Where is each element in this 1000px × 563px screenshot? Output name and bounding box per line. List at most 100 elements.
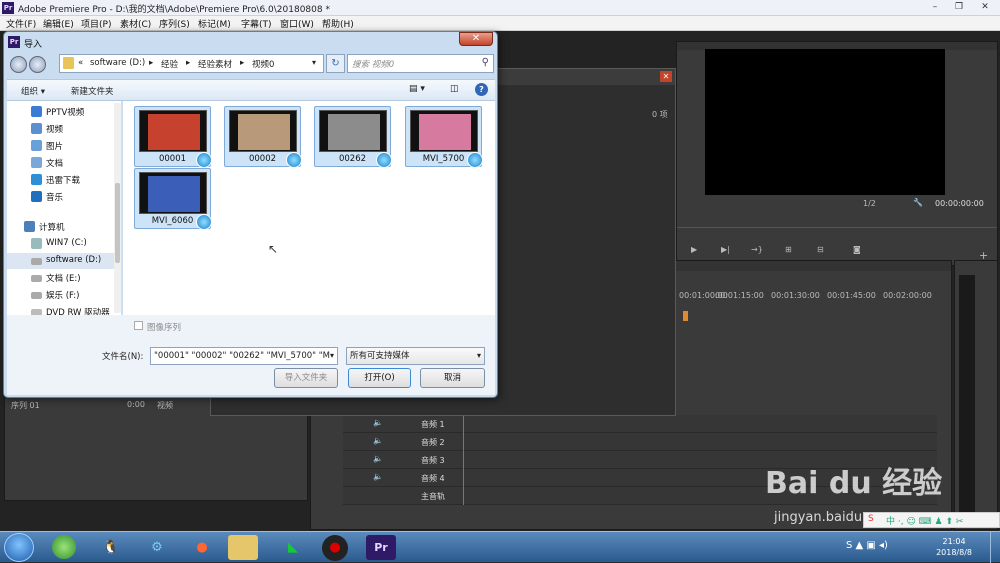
refresh-icon[interactable]: ↻: [326, 54, 345, 73]
menu-sequence[interactable]: 序列(S): [159, 17, 190, 30]
filename-input[interactable]: "00001" "00002" "00262" "MVI_5700" "M ▾: [150, 347, 338, 365]
speaker-icon[interactable]: 🔈: [373, 436, 383, 445]
breadcrumb-item[interactable]: software (D:): [90, 58, 145, 68]
close-icon[interactable]: ✕: [972, 0, 998, 14]
folder-icon: [63, 57, 74, 69]
speaker-icon[interactable]: 🔈: [373, 454, 383, 463]
back-icon[interactable]: [10, 56, 27, 73]
firefox-icon[interactable]: ●: [187, 535, 217, 560]
search-input[interactable]: 搜索 视频0: [352, 58, 394, 70]
file-tile-mvi-5700[interactable]: MVI_5700: [405, 106, 483, 168]
tray-icons[interactable]: S ▲ ▣ ◂): [846, 540, 888, 551]
breadcrumb-prefix[interactable]: «: [78, 58, 83, 68]
nav-item-music[interactable]: 音乐: [7, 189, 115, 205]
speaker-icon[interactable]: 🔈: [373, 472, 383, 481]
address-bar[interactable]: « software (D:) ▸ 经验 ▸ 经验素材 ▸ 视频0 ▾: [59, 54, 324, 73]
file-tile-00002[interactable]: 00002: [224, 106, 302, 168]
search-icon[interactable]: ⚲: [482, 57, 489, 68]
audio-track-2[interactable]: 🔈 音频 2: [343, 433, 937, 451]
close-icon[interactable]: ✕: [660, 71, 672, 82]
file-tile-00262[interactable]: 00262: [314, 106, 392, 168]
video-thumbnail: [139, 172, 207, 214]
menu-window[interactable]: 窗口(W): [280, 17, 314, 30]
record-icon[interactable]: ●: [322, 535, 348, 561]
nav-item-label: 文档 (E:): [46, 274, 81, 284]
minimize-icon[interactable]: –: [922, 0, 948, 14]
menu-title[interactable]: 字幕(T): [241, 17, 272, 30]
show-desktop-button[interactable]: [990, 532, 1000, 563]
monitor-fraction[interactable]: 1/2: [863, 199, 876, 208]
preview-pane-icon[interactable]: ◫: [450, 84, 459, 94]
drive-icon: [31, 292, 42, 299]
play-icon[interactable]: ▶: [691, 245, 697, 254]
video-player-icon[interactable]: ⚙: [142, 535, 172, 560]
organize-button[interactable]: 组织 ▾: [21, 85, 45, 97]
nav-item-label: 音乐: [46, 193, 64, 203]
menu-project[interactable]: 项目(P): [81, 17, 111, 30]
audio-track-1[interactable]: 🔈 音频 1: [343, 415, 937, 433]
filetype-select[interactable]: 所有可支持媒体 ▾: [346, 347, 485, 365]
qq-icon[interactable]: 🐧: [96, 535, 126, 560]
forward-icon[interactable]: [29, 56, 46, 73]
nav-item-drive-d[interactable]: software (D:): [7, 253, 115, 269]
video-tab[interactable]: 视频: [157, 400, 173, 411]
nav-item-label: 文档: [46, 159, 64, 169]
file-tile-00001[interactable]: 00001: [134, 106, 212, 168]
nav-scrollbar[interactable]: [114, 103, 121, 313]
nav-item-xunlei[interactable]: 迅雷下载: [7, 172, 115, 188]
breadcrumb-item[interactable]: 视频0: [252, 58, 274, 70]
menu-help[interactable]: 帮助(H): [322, 17, 354, 30]
menu-file[interactable]: 文件(F): [6, 17, 36, 30]
ruler-tick: 00:01:45:00: [827, 291, 876, 300]
input-method-bar[interactable]: S 中 ·, ☺ ⌨ ♟ ⬆ ✂: [863, 512, 1000, 528]
lift-icon[interactable]: ⊞: [785, 245, 792, 254]
filetype-value: 所有可支持媒体: [350, 351, 410, 361]
nav-item-documents[interactable]: 文档: [7, 155, 115, 171]
open-button[interactable]: 打开(O): [348, 368, 411, 388]
nav-item-videos[interactable]: 视频: [7, 121, 115, 137]
import-folder-button[interactable]: 导入文件夹: [274, 368, 338, 388]
image-sequence-checkbox[interactable]: [134, 321, 143, 330]
nav-item-pptv[interactable]: PPTV视频: [7, 104, 115, 120]
camera-icon[interactable]: ◙: [853, 245, 861, 254]
wrench-icon[interactable]: 🔧: [913, 198, 923, 207]
start-button[interactable]: [4, 533, 34, 562]
menu-clip[interactable]: 素材(C): [120, 17, 151, 30]
go-out-icon[interactable]: →}: [751, 245, 763, 254]
chevron-down-icon[interactable]: ▾: [330, 348, 334, 364]
ime-toolbar-icons[interactable]: 中 ·, ☺ ⌨ ♟ ⬆ ✂: [886, 514, 963, 527]
nav-item-drive-e[interactable]: 文档 (E:): [7, 270, 115, 286]
tray-clock[interactable]: 21:04 2018/8/8: [936, 536, 972, 558]
dialog-close-button[interactable]: ✕: [459, 32, 493, 46]
premiere-taskbar-icon[interactable]: Pr: [366, 535, 396, 560]
360-browser-icon[interactable]: [52, 535, 76, 559]
media-app-icon[interactable]: ◣: [278, 535, 308, 560]
sogou-icon[interactable]: S: [868, 514, 874, 524]
audio-track-label: 音频 3: [421, 456, 445, 465]
nav-item-pictures[interactable]: 图片: [7, 138, 115, 154]
chevron-down-icon[interactable]: ▾: [477, 348, 481, 364]
help-icon[interactable]: ?: [475, 83, 488, 96]
file-tile-mvi-6060[interactable]: MVI_6060: [134, 168, 212, 230]
new-folder-button[interactable]: 新建文件夹: [71, 85, 114, 97]
playhead-marker[interactable]: [683, 311, 688, 321]
chevron-down-icon[interactable]: ▾: [312, 58, 316, 67]
breadcrumb-item[interactable]: 经验素材: [198, 58, 232, 70]
sequence-tab[interactable]: 序列 01: [11, 400, 40, 411]
speaker-icon[interactable]: 🔈: [373, 418, 383, 427]
menu-edit[interactable]: 编辑(E): [43, 17, 74, 30]
nav-item-computer[interactable]: 计算机: [7, 219, 115, 235]
nav-item-dvd[interactable]: DVD RW 驱动器: [7, 304, 115, 315]
breadcrumb-item[interactable]: 经验: [161, 58, 178, 70]
extract-icon[interactable]: ⊟: [817, 245, 824, 254]
view-options-icon[interactable]: ▤ ▾: [409, 84, 425, 94]
cancel-button[interactable]: 取消: [420, 368, 485, 388]
nav-item-drive-f[interactable]: 娱乐 (F:): [7, 287, 115, 303]
nav-item-drive-c[interactable]: WIN7 (C:): [7, 236, 115, 252]
menu-marker[interactable]: 标记(M): [198, 17, 231, 30]
ruler-tick: 00:02:00:00: [883, 291, 932, 300]
search-box[interactable]: 搜索 视频0 ⚲: [347, 54, 494, 73]
maximize-icon[interactable]: ❐: [946, 0, 972, 14]
step-forward-icon[interactable]: ▶|: [721, 245, 730, 254]
file-explorer-icon[interactable]: [228, 535, 258, 560]
